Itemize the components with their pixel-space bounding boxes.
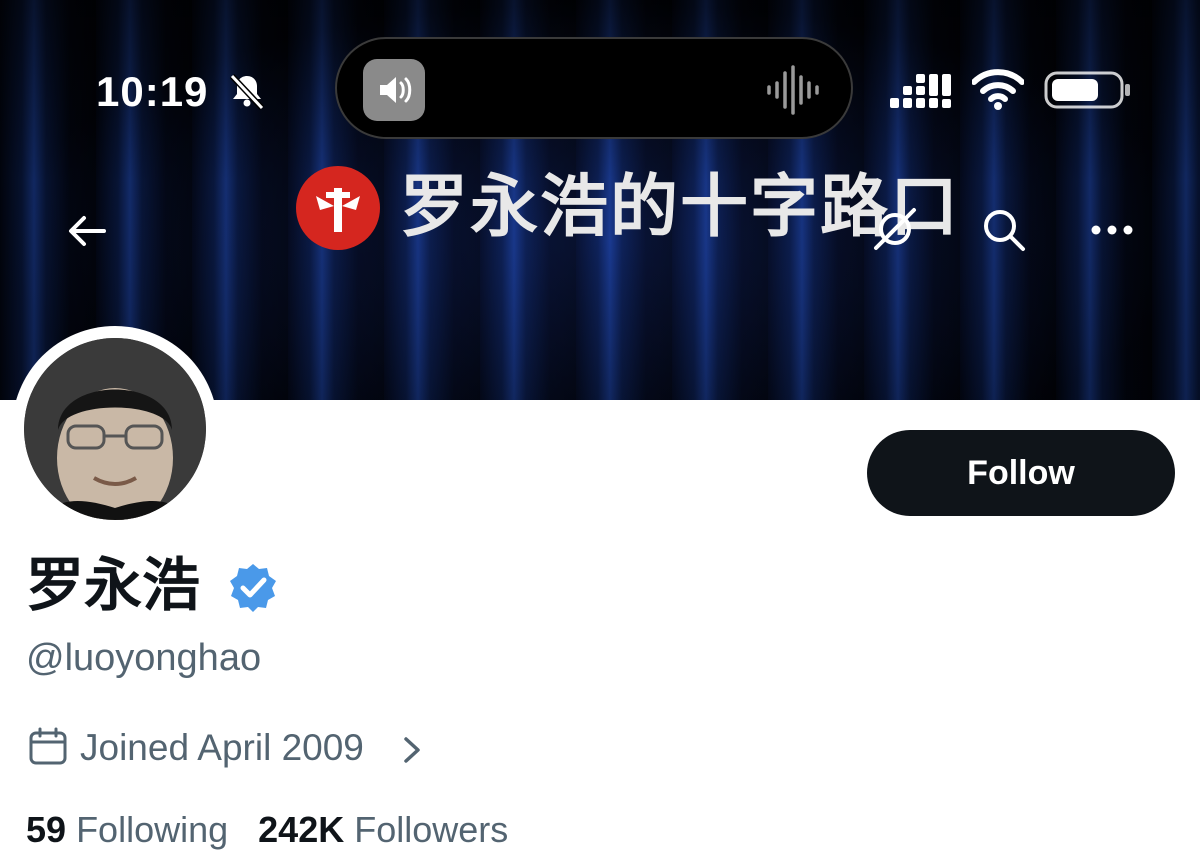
profile-banner[interactable]: 10:19 罗永浩的十字路口 [0, 0, 1200, 400]
speaker-icon [363, 59, 425, 121]
channel-logo [296, 166, 380, 250]
bell-muted-icon [229, 73, 265, 111]
cellular-signal-icon [890, 74, 951, 108]
profile-handle: @luoyonghao [26, 637, 262, 679]
more-icon[interactable] [1090, 218, 1134, 242]
following-label: Following [76, 809, 229, 850]
audio-wave-icon [767, 65, 819, 115]
wifi-icon [972, 69, 1024, 110]
follow-stats: 59 Following 242K Followers [26, 804, 508, 856]
followers-link[interactable]: 242K Followers [258, 809, 508, 850]
following-link[interactable]: 59 Following [26, 809, 228, 850]
grok-icon[interactable] [872, 206, 918, 252]
status-time: 10:19 [96, 68, 209, 115]
followers-count: 242K [258, 809, 345, 850]
calendar-icon [29, 727, 67, 765]
avatar[interactable] [24, 338, 206, 520]
follow-button[interactable]: Follow [867, 430, 1175, 516]
verified-badge-icon[interactable] [228, 562, 278, 612]
followers-label: Followers [354, 809, 509, 850]
channel-branding: 罗永浩的十字路口 [296, 162, 958, 252]
battery-icon [1044, 71, 1130, 109]
display-name: 罗永浩 [26, 553, 201, 618]
chevron-right-icon[interactable] [400, 734, 424, 766]
following-count: 59 [26, 809, 67, 850]
joined-date[interactable]: Joined April 2009 [80, 722, 364, 774]
dynamic-island [335, 37, 853, 139]
back-arrow-icon[interactable] [66, 210, 108, 252]
search-icon[interactable] [980, 206, 1028, 254]
